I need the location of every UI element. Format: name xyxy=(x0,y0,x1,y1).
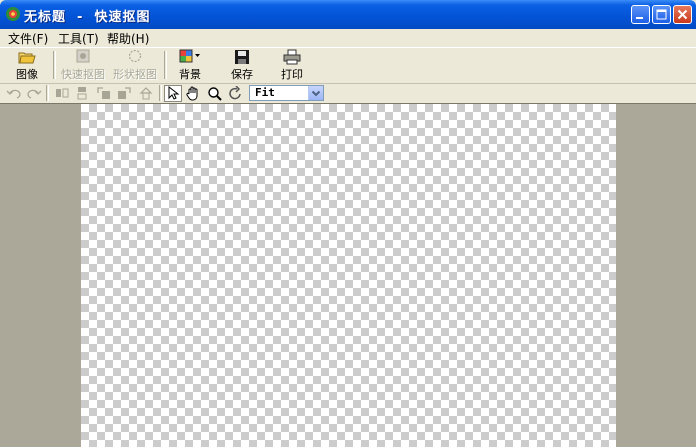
export-button[interactable] xyxy=(137,85,155,102)
flip-vertical-button[interactable] xyxy=(73,85,91,102)
flip-horizontal-button[interactable] xyxy=(53,85,71,102)
chevron-down-icon xyxy=(311,90,321,97)
maximize-button[interactable] xyxy=(652,5,671,24)
minimize-icon xyxy=(636,17,643,19)
quick-cutout-button[interactable]: 快速抠图 xyxy=(58,49,108,81)
background-button-label: 背景 xyxy=(179,68,201,81)
toolbar-separator xyxy=(164,51,167,79)
undo-icon xyxy=(6,89,21,99)
cursor-arrow-icon xyxy=(168,86,180,100)
workspace xyxy=(0,103,696,447)
hand-icon xyxy=(186,86,198,101)
print-button[interactable]: 打印 xyxy=(276,49,308,81)
flip-vertical-icon xyxy=(77,87,87,100)
background-button[interactable]: 背景 xyxy=(172,49,208,81)
zoom-value: Fit xyxy=(255,86,275,99)
shape-cutout-icon xyxy=(128,49,142,63)
open-folder-icon xyxy=(18,52,36,64)
printer-icon xyxy=(283,49,301,65)
redo-icon xyxy=(27,89,42,99)
save-disk-icon xyxy=(235,50,249,64)
toolbar-separator xyxy=(159,85,162,101)
toolbar-separator xyxy=(46,85,49,101)
flip-horizontal-icon xyxy=(56,88,69,98)
transparent-canvas[interactable] xyxy=(81,104,616,447)
redo-button[interactable] xyxy=(25,85,43,102)
background-palette-icon xyxy=(179,49,200,63)
shape-cutout-label: 形状抠图 xyxy=(113,68,157,81)
image-button[interactable]: 图像 xyxy=(10,49,44,81)
print-button-label: 打印 xyxy=(281,68,303,81)
select-tool-button[interactable] xyxy=(164,85,182,102)
pan-tool-button[interactable] xyxy=(184,85,202,102)
close-icon xyxy=(677,9,688,20)
refresh-icon xyxy=(229,86,241,100)
refresh-button[interactable] xyxy=(227,85,245,102)
menu-help[interactable]: 帮助(H) xyxy=(107,30,149,47)
maximize-icon xyxy=(656,9,667,20)
toolbar-separator xyxy=(53,51,56,79)
menu-tools[interactable]: 工具(T) xyxy=(58,30,99,47)
rotate-right-icon xyxy=(118,87,131,99)
save-button-label: 保存 xyxy=(231,68,253,81)
quick-cutout-label: 快速抠图 xyxy=(61,68,105,81)
rotate-right-button[interactable] xyxy=(115,85,133,102)
main-toolbar: 图像 快速抠图 形状抠图 背景 保存 打印 xyxy=(0,48,696,84)
shape-cutout-button[interactable]: 形状抠图 xyxy=(110,49,160,81)
magnifier-icon xyxy=(208,87,222,101)
minimize-button[interactable] xyxy=(631,5,650,24)
menu-bar: 文件(F) 工具(T) 帮助(H) xyxy=(0,29,696,48)
zoom-select[interactable]: Fit xyxy=(249,85,324,101)
save-button[interactable]: 保存 xyxy=(226,49,258,81)
zoom-dropdown-button[interactable] xyxy=(308,86,323,100)
rotate-left-button[interactable] xyxy=(95,85,113,102)
window-title: 无标题 - 快速抠图 xyxy=(24,10,151,25)
close-button[interactable] xyxy=(673,5,692,24)
export-icon xyxy=(139,87,153,100)
quick-cutout-icon xyxy=(76,49,90,63)
undo-button[interactable] xyxy=(5,85,23,102)
app-icon xyxy=(6,7,20,21)
rotate-left-icon xyxy=(97,87,110,99)
menu-file[interactable]: 文件(F) xyxy=(8,30,48,47)
secondary-toolbar: Fit xyxy=(0,84,696,103)
image-button-label: 图像 xyxy=(16,68,38,81)
title-bar[interactable]: 无标题 - 快速抠图 xyxy=(0,0,696,29)
zoom-tool-button[interactable] xyxy=(206,85,224,102)
